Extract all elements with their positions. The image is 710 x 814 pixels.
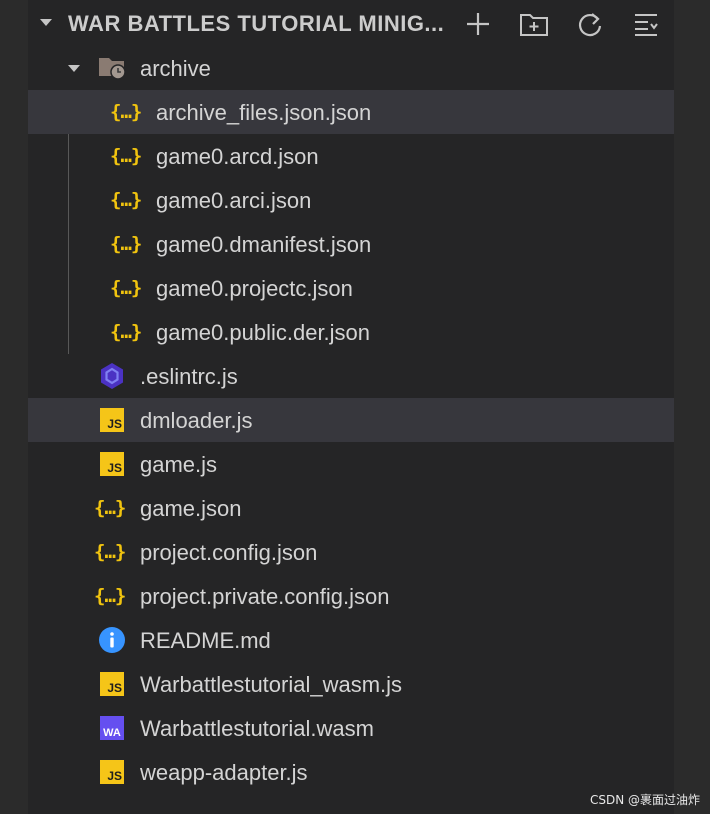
folder-history-icon: [98, 54, 128, 82]
tree-file[interactable]: JS dmloader.js: [28, 398, 674, 442]
new-file-button[interactable]: [462, 8, 494, 40]
tree-file[interactable]: {…} project.private.config.json: [28, 574, 674, 618]
explorer-panel: WAR BATTLES TUTORIAL MINIG... archive {……: [28, 0, 674, 814]
tree-file[interactable]: {…} game0.public.der.json: [28, 310, 674, 354]
tree-file[interactable]: WA Warbattlestutorial.wasm: [28, 706, 674, 750]
file-label: project.private.config.json: [140, 584, 390, 609]
tree-file[interactable]: {…} game0.projectc.json: [28, 266, 674, 310]
file-label: project.config.json: [140, 540, 318, 565]
refresh-button[interactable]: [574, 8, 606, 40]
file-label: game.js: [140, 452, 218, 477]
explorer-header[interactable]: WAR BATTLES TUTORIAL MINIG...: [28, 0, 674, 46]
tree-file[interactable]: {…} project.config.json: [28, 530, 674, 574]
refresh-icon: [578, 13, 602, 37]
plus-icon: [467, 13, 489, 35]
json-icon: {…}: [110, 277, 142, 299]
file-label: game0.arci.json: [156, 188, 312, 213]
file-label: Warbattlestutorial_wasm.js: [140, 672, 403, 697]
js-icon: JS: [100, 760, 124, 784]
collapse-all-button[interactable]: [630, 8, 662, 40]
file-label: Warbattlestutorial.wasm: [140, 716, 374, 741]
json-icon: {…}: [94, 497, 126, 519]
right-gutter: [674, 0, 710, 814]
json-icon: {…}: [94, 541, 126, 563]
file-label: README.md: [140, 628, 271, 653]
new-folder-button[interactable]: [518, 8, 550, 40]
tree-file[interactable]: {…} game.json: [28, 486, 674, 530]
js-icon: JS: [100, 452, 124, 476]
file-label: .eslintrc.js: [140, 364, 238, 389]
tree-folder-archive[interactable]: archive: [28, 46, 674, 90]
file-label: game.json: [140, 496, 242, 521]
tree-file[interactable]: {…} game0.arci.json: [28, 178, 674, 222]
workspace-title[interactable]: WAR BATTLES TUTORIAL MINIG...: [68, 11, 448, 37]
tree-file[interactable]: JS game.js: [28, 442, 674, 486]
tree-file[interactable]: JS Warbattlestutorial_wasm.js: [28, 662, 674, 706]
collapse-all-icon: [635, 14, 658, 36]
tree-file[interactable]: {…} game0.dmanifest.json: [28, 222, 674, 266]
file-label: archive_files.json.json: [156, 100, 372, 125]
js-icon: JS: [100, 408, 124, 432]
file-label: weapp-adapter.js: [140, 760, 308, 785]
json-icon: {…}: [94, 585, 126, 607]
json-icon: {…}: [110, 101, 142, 123]
file-label: game0.arcd.json: [156, 144, 319, 169]
json-icon: {…}: [110, 321, 142, 343]
chevron-down-icon[interactable]: [68, 65, 80, 72]
watermark: CSDN @裹面过油炸: [589, 793, 700, 807]
tree-file[interactable]: JS weapp-adapter.js: [28, 750, 674, 794]
eslint-icon: [98, 362, 128, 390]
left-gutter: [0, 0, 28, 814]
json-icon: {…}: [110, 189, 142, 211]
file-label: game0.public.der.json: [156, 320, 371, 345]
js-icon: JS: [100, 672, 124, 696]
tree-file[interactable]: .eslintrc.js: [28, 354, 674, 398]
tree-file[interactable]: README.md: [28, 618, 674, 662]
wasm-icon: WA: [100, 716, 124, 740]
info-icon: [98, 626, 128, 654]
file-label: game0.dmanifest.json: [156, 232, 372, 257]
file-label: dmloader.js: [140, 408, 253, 433]
new-folder-icon: [520, 14, 548, 36]
folder-label: archive: [140, 56, 211, 81]
json-icon: {…}: [110, 145, 142, 167]
tree-file[interactable]: {…} game0.arcd.json: [28, 134, 674, 178]
chevron-down-icon[interactable]: [40, 19, 52, 26]
json-icon: {…}: [110, 233, 142, 255]
tree-file[interactable]: {…} archive_files.json.json: [28, 90, 674, 134]
file-label: game0.projectc.json: [156, 276, 353, 301]
